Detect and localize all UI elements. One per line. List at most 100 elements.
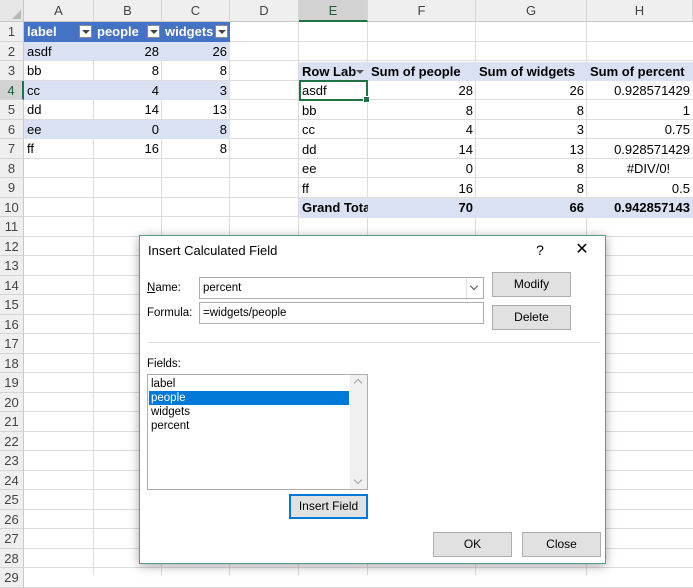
row-header[interactable]: 14 bbox=[0, 275, 24, 295]
pivot-cell[interactable]: 0.928571429 bbox=[587, 81, 693, 101]
col-header-h[interactable]: H bbox=[587, 0, 693, 22]
row-header[interactable]: 22 bbox=[0, 431, 24, 451]
row-header[interactable]: 24 bbox=[0, 470, 24, 490]
listbox-scrollbar[interactable] bbox=[350, 375, 367, 489]
pivot-header-percent[interactable]: Sum of percent bbox=[587, 61, 693, 81]
table-cell[interactable]: 8 bbox=[162, 119, 230, 139]
row-header[interactable]: 15 bbox=[0, 295, 24, 315]
pivot-cell[interactable]: 0.928571429 bbox=[587, 140, 693, 160]
table-header-widgets[interactable]: widgets bbox=[162, 22, 230, 42]
table-cell[interactable]: asdf bbox=[24, 41, 94, 61]
pivot-header-people[interactable]: Sum of people bbox=[368, 61, 476, 81]
row-header[interactable]: 9 bbox=[0, 178, 24, 198]
help-icon[interactable]: ? bbox=[530, 240, 550, 260]
pivot-header-widgets[interactable]: Sum of widgets bbox=[476, 61, 587, 81]
row-header[interactable]: 8 bbox=[0, 158, 24, 178]
pivot-grand-total-widgets[interactable]: 66 bbox=[476, 198, 587, 218]
filter-dropdown-icon[interactable] bbox=[147, 25, 160, 38]
table-header-label[interactable]: label bbox=[24, 22, 94, 42]
col-header-b[interactable]: B bbox=[94, 0, 162, 22]
formula-input[interactable]: =widgets/people bbox=[199, 302, 484, 324]
filter-dropdown-icon[interactable] bbox=[215, 25, 228, 38]
row-header[interactable]: 10 bbox=[0, 197, 24, 217]
table-cell[interactable]: dd bbox=[24, 100, 94, 120]
row-header[interactable]: 5 bbox=[0, 100, 24, 120]
row-header[interactable]: 3 bbox=[0, 61, 24, 81]
scroll-down-icon[interactable] bbox=[350, 475, 367, 489]
insert-field-button[interactable]: Insert Field bbox=[289, 494, 368, 519]
pivot-cell[interactable]: #DIV/0! bbox=[587, 159, 693, 179]
pivot-cell[interactable]: 16 bbox=[368, 179, 476, 199]
scroll-up-icon[interactable] bbox=[350, 375, 367, 389]
filter-dropdown-icon[interactable] bbox=[79, 25, 92, 38]
row-header[interactable]: 7 bbox=[0, 139, 24, 159]
table-header-people[interactable]: people bbox=[94, 22, 162, 42]
pivot-cell[interactable]: 8 bbox=[476, 159, 587, 179]
row-header[interactable]: 29 bbox=[0, 568, 24, 588]
pivot-grand-total-percent[interactable]: 0.942857143 bbox=[587, 198, 693, 218]
pivot-cell[interactable]: bb bbox=[299, 101, 368, 121]
row-header[interactable]: 1 bbox=[0, 22, 24, 42]
col-header-d[interactable]: D bbox=[230, 0, 299, 22]
col-header-e[interactable]: E bbox=[299, 0, 368, 22]
row-header[interactable]: 20 bbox=[0, 392, 24, 412]
table-cell[interactable]: bb bbox=[24, 61, 94, 81]
row-header[interactable]: 17 bbox=[0, 334, 24, 354]
pivot-filter-dropdown-icon[interactable] bbox=[355, 67, 365, 77]
table-cell[interactable]: 13 bbox=[162, 100, 230, 120]
row-header[interactable]: 12 bbox=[0, 236, 24, 256]
table-cell[interactable]: 3 bbox=[162, 80, 230, 100]
pivot-cell[interactable]: 0 bbox=[368, 159, 476, 179]
table-cell[interactable]: 0 bbox=[94, 119, 162, 139]
pivot-grand-total-people[interactable]: 70 bbox=[368, 198, 476, 218]
select-all-corner[interactable] bbox=[0, 0, 24, 22]
row-header[interactable]: 19 bbox=[0, 373, 24, 393]
delete-button[interactable]: Delete bbox=[492, 305, 571, 330]
row-header[interactable]: 26 bbox=[0, 509, 24, 529]
col-header-g[interactable]: G bbox=[476, 0, 587, 22]
col-header-a[interactable]: A bbox=[24, 0, 94, 22]
field-item-people[interactable]: people bbox=[149, 391, 349, 405]
col-header-f[interactable]: F bbox=[368, 0, 476, 22]
row-header[interactable]: 11 bbox=[0, 217, 24, 237]
row-header[interactable]: 21 bbox=[0, 412, 24, 432]
ok-button[interactable]: OK bbox=[433, 532, 512, 557]
pivot-cell[interactable]: 0.75 bbox=[587, 120, 693, 140]
row-header[interactable]: 2 bbox=[0, 41, 24, 61]
pivot-cell[interactable]: 8 bbox=[476, 179, 587, 199]
row-header[interactable]: 6 bbox=[0, 119, 24, 139]
pivot-cell[interactable]: 3 bbox=[476, 120, 587, 140]
field-item-percent[interactable]: percent bbox=[149, 419, 349, 433]
pivot-cell[interactable]: 8 bbox=[476, 101, 587, 121]
pivot-cell[interactable]: 8 bbox=[368, 101, 476, 121]
pivot-cell[interactable]: 14 bbox=[368, 140, 476, 160]
field-item-widgets[interactable]: widgets bbox=[149, 405, 349, 419]
modify-button[interactable]: Modify bbox=[492, 272, 571, 297]
chevron-down-icon[interactable] bbox=[466, 278, 483, 298]
row-header[interactable]: 28 bbox=[0, 548, 24, 568]
table-cell[interactable]: 8 bbox=[94, 61, 162, 81]
field-item-label[interactable]: label bbox=[149, 377, 349, 391]
table-cell[interactable]: 26 bbox=[162, 41, 230, 61]
pivot-cell[interactable]: 1 bbox=[587, 101, 693, 121]
table-cell[interactable]: 4 bbox=[94, 80, 162, 100]
pivot-cell[interactable]: 0.5 bbox=[587, 179, 693, 199]
pivot-cell[interactable]: 28 bbox=[368, 81, 476, 101]
pivot-cell[interactable]: 4 bbox=[368, 120, 476, 140]
table-cell[interactable]: ff bbox=[24, 139, 94, 159]
pivot-cell[interactable]: cc bbox=[299, 120, 368, 140]
row-header[interactable]: 18 bbox=[0, 353, 24, 373]
pivot-cell[interactable]: ff bbox=[299, 179, 368, 199]
pivot-cell[interactable]: 26 bbox=[476, 81, 587, 101]
row-header[interactable]: 13 bbox=[0, 256, 24, 276]
table-cell[interactable]: 8 bbox=[162, 139, 230, 159]
pivot-cell[interactable]: 13 bbox=[476, 140, 587, 160]
table-cell[interactable]: 8 bbox=[162, 61, 230, 81]
pivot-grand-total-label[interactable]: Grand Tota bbox=[299, 198, 368, 218]
row-header[interactable]: 27 bbox=[0, 529, 24, 549]
close-button[interactable]: Close bbox=[522, 532, 601, 557]
fields-listbox[interactable]: label people widgets percent bbox=[147, 374, 368, 490]
table-cell[interactable]: ee bbox=[24, 119, 94, 139]
table-cell[interactable]: 14 bbox=[94, 100, 162, 120]
table-cell[interactable]: 28 bbox=[94, 41, 162, 61]
